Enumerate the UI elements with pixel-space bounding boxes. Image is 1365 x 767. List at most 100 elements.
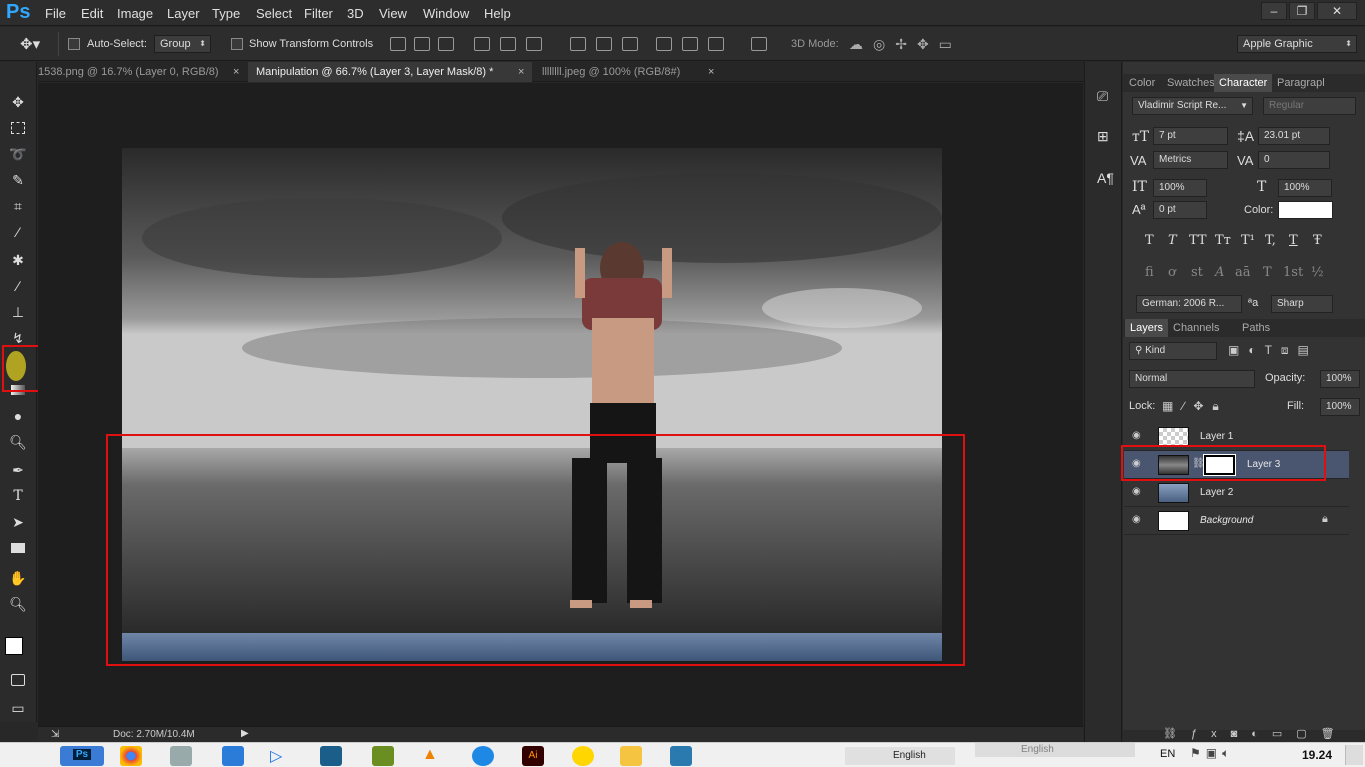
strikethrough-button[interactable]: Ŧ bbox=[1313, 233, 1322, 248]
ligature-button[interactable]: fi bbox=[1145, 265, 1154, 280]
align-vcenter-icon[interactable] bbox=[414, 37, 430, 51]
messenger-app-icon[interactable] bbox=[472, 746, 494, 766]
menu-3d[interactable]: 3D bbox=[347, 6, 364, 21]
font-size-field[interactable]: 7 pt bbox=[1153, 127, 1228, 145]
path-selection-tool-icon[interactable]: ➤ bbox=[8, 512, 28, 532]
lasso-tool-icon[interactable]: ➰ bbox=[8, 144, 28, 164]
tray-icons[interactable]: ⚑▣🔈︎ bbox=[1190, 746, 1234, 761]
quick-mask-icon[interactable] bbox=[8, 670, 28, 690]
vertical-scale-field[interactable]: 100% bbox=[1153, 179, 1207, 197]
menu-file[interactable]: File bbox=[45, 6, 66, 21]
app-icon[interactable] bbox=[670, 746, 692, 766]
tab-llllllll-jpeg[interactable]: llllllll.jpeg @ 100% (RGB/8#) × bbox=[532, 62, 722, 82]
hand-tool-icon[interactable]: ✋ bbox=[8, 568, 28, 588]
tab-paths[interactable]: Paths bbox=[1237, 319, 1275, 337]
type-tool-icon[interactable]: T bbox=[8, 486, 28, 506]
align-left-icon[interactable] bbox=[474, 37, 490, 51]
tab-channels[interactable]: Channels bbox=[1168, 319, 1224, 337]
pen-tool-icon[interactable]: ✒ bbox=[8, 460, 28, 480]
subscript-button[interactable]: T, bbox=[1265, 233, 1276, 248]
tab-layers[interactable]: Layers bbox=[1125, 319, 1169, 337]
status-export-icon[interactable]: ⇲ bbox=[51, 729, 59, 740]
dodge-tool-icon[interactable]: 🔍︎ bbox=[8, 432, 28, 452]
stylistic-alternates-button[interactable]: aā bbox=[1235, 265, 1251, 280]
antialias-dropdown[interactable]: Sharp bbox=[1271, 295, 1333, 313]
tab-swatches[interactable]: Swatches bbox=[1162, 74, 1220, 92]
language-dropdown[interactable]: German: 2006 R... bbox=[1136, 295, 1242, 313]
align-top-icon[interactable] bbox=[390, 37, 406, 51]
close-icon[interactable]: × bbox=[518, 62, 524, 82]
foreground-color-swatch[interactable] bbox=[5, 637, 23, 655]
rectangle-tool-icon[interactable] bbox=[8, 538, 28, 558]
restore-button[interactable]: ❐ bbox=[1289, 2, 1315, 20]
3d-mode-icons[interactable]: ☁◎✢✥▭ bbox=[849, 36, 962, 53]
tab-manipulation[interactable]: Manipulation @ 66.7% (Layer 3, Layer Mas… bbox=[248, 62, 532, 82]
status-menu-arrow-icon[interactable]: ▶ bbox=[241, 728, 249, 739]
healing-brush-tool-icon[interactable]: ✱ bbox=[8, 250, 28, 270]
align-bottom-icon[interactable] bbox=[438, 37, 454, 51]
menu-view[interactable]: View bbox=[379, 6, 407, 21]
show-desktop-button[interactable] bbox=[1345, 745, 1363, 765]
tab-1538-png[interactable]: 1538.png @ 16.7% (Layer 0, RGB/8) × bbox=[38, 62, 248, 82]
distribute-vcenter-icon[interactable] bbox=[596, 37, 612, 51]
layer-row[interactable]: ◉ Background 🔒︎ bbox=[1124, 507, 1349, 535]
app-icon[interactable] bbox=[170, 746, 192, 766]
app-icon[interactable] bbox=[372, 746, 394, 766]
menu-help[interactable]: Help bbox=[484, 6, 511, 21]
swash-button[interactable]: A bbox=[1215, 265, 1224, 280]
stylistic-alt-button[interactable]: st bbox=[1191, 265, 1203, 280]
distribute-right-icon[interactable] bbox=[708, 37, 724, 51]
baseline-shift-field[interactable]: 0 pt bbox=[1153, 201, 1207, 219]
text-color-swatch[interactable] bbox=[1278, 201, 1333, 219]
menu-image[interactable]: Image bbox=[117, 6, 153, 21]
distribute-left-icon[interactable] bbox=[656, 37, 672, 51]
close-icon[interactable]: × bbox=[233, 62, 239, 82]
small-caps-button[interactable]: Tт bbox=[1215, 233, 1231, 248]
menu-layer[interactable]: Layer bbox=[167, 6, 200, 21]
blend-mode-dropdown[interactable]: Normal bbox=[1129, 370, 1255, 388]
faux-bold-button[interactable]: T bbox=[1145, 233, 1154, 248]
layer-filter-icons[interactable]: ▣◐T⧈▤ bbox=[1228, 343, 1318, 358]
chrome-app-icon[interactable] bbox=[120, 746, 142, 766]
language-bar[interactable]: English bbox=[845, 747, 955, 765]
close-icon[interactable]: × bbox=[708, 62, 714, 82]
horizontal-scale-field[interactable]: 100% bbox=[1278, 179, 1332, 197]
distribute-top-icon[interactable] bbox=[570, 37, 586, 51]
photoshop-app-icon[interactable]: Ps bbox=[60, 746, 104, 766]
history-icon[interactable]: ⎚ bbox=[1097, 88, 1108, 105]
menu-select[interactable]: Select bbox=[256, 6, 292, 21]
distribute-hcenter-icon[interactable] bbox=[682, 37, 698, 51]
close-button[interactable]: ✕ bbox=[1317, 2, 1357, 20]
align-hcenter-icon[interactable] bbox=[500, 37, 516, 51]
opacity-field[interactable]: 100% bbox=[1320, 370, 1360, 388]
app-icon[interactable] bbox=[222, 746, 244, 766]
properties-icon[interactable]: ⊞ bbox=[1097, 128, 1109, 145]
brush-tool-icon[interactable]: ∕ bbox=[8, 276, 28, 296]
app-icon[interactable] bbox=[320, 746, 342, 766]
marquee-tool-icon[interactable] bbox=[8, 118, 28, 138]
minimize-button[interactable]: – bbox=[1261, 2, 1287, 20]
tab-paragraph[interactable]: Paragrapl bbox=[1272, 74, 1330, 92]
menu-window[interactable]: Window bbox=[423, 6, 469, 21]
faux-italic-button[interactable]: T bbox=[1168, 233, 1177, 248]
fractions-button[interactable]: ½ bbox=[1311, 265, 1324, 280]
layer-action-icons[interactable]: ⛓ƒx◙◐▭▢🗑︎ bbox=[1163, 727, 1349, 740]
eye-icon[interactable]: ◉ bbox=[1132, 514, 1146, 525]
ordinals-button[interactable]: 1st bbox=[1283, 265, 1303, 280]
font-style-dropdown[interactable]: Regular bbox=[1263, 97, 1356, 115]
move-tool-icon[interactable]: ✥ bbox=[8, 92, 28, 112]
menu-edit[interactable]: Edit bbox=[81, 6, 103, 21]
eye-icon[interactable]: ◉ bbox=[1132, 486, 1146, 497]
eyedropper-tool-icon[interactable]: ⁄ bbox=[8, 222, 28, 242]
fill-field[interactable]: 100% bbox=[1320, 398, 1360, 416]
auto-align-icon[interactable] bbox=[751, 37, 767, 51]
tab-color[interactable]: Color bbox=[1124, 74, 1160, 92]
discretionary-ligature-button[interactable]: ơ bbox=[1168, 265, 1176, 280]
folder-app-icon[interactable] bbox=[620, 746, 642, 766]
show-transform-checkbox[interactable] bbox=[231, 38, 243, 50]
app-icon[interactable] bbox=[572, 746, 594, 766]
quick-selection-tool-icon[interactable]: ✎ bbox=[8, 170, 28, 190]
distribute-bottom-icon[interactable] bbox=[622, 37, 638, 51]
all-caps-button[interactable]: TT bbox=[1189, 233, 1207, 248]
align-right-icon[interactable] bbox=[526, 37, 542, 51]
